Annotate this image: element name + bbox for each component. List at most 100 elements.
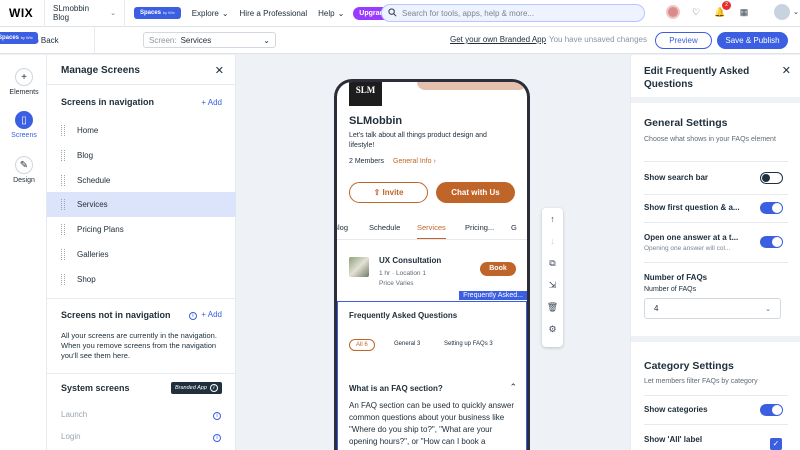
- faq-category-all[interactable]: All 6: [349, 339, 375, 351]
- rail-screens[interactable]: ▯ Screens: [6, 111, 42, 139]
- menu-explore[interactable]: Explore ⌄: [192, 9, 229, 18]
- faq-element-selected[interactable]: Frequently Asked... Frequently Asked Que…: [337, 291, 527, 450]
- duplicate-icon[interactable]: ⧉: [542, 258, 563, 269]
- apps-icon[interactable]: ▦: [736, 4, 752, 20]
- chevron-down-icon: ⌄: [263, 35, 270, 45]
- faq-category-setting-up[interactable]: Setting up FAQs 3: [444, 341, 493, 347]
- chat-button[interactable]: Chat with Us: [436, 182, 515, 203]
- chevron-down-icon: ⌄: [765, 305, 771, 313]
- screen-select[interactable]: Screen: Services ⌄: [143, 32, 276, 48]
- info-icon[interactable]: i: [209, 384, 218, 392]
- site-avatar[interactable]: [666, 5, 680, 19]
- move-down-icon[interactable]: ↓: [542, 236, 563, 246]
- settings-panel-title: Edit Frequently Asked Questions: [644, 66, 750, 90]
- faq-question[interactable]: What is an FAQ section?: [349, 384, 443, 393]
- preview-button[interactable]: Preview: [655, 32, 712, 49]
- share-icon: ⇧: [373, 188, 381, 197]
- rail-design[interactable]: ✎ Design: [6, 156, 42, 184]
- search-bar[interactable]: [381, 4, 645, 22]
- settings-gear-icon[interactable]: ⚙: [542, 324, 563, 335]
- faq-category-general[interactable]: General 3: [394, 341, 420, 347]
- drag-handle-icon[interactable]: [61, 249, 65, 260]
- chevron-up-icon[interactable]: ⌃: [509, 382, 517, 393]
- show-categories-toggle[interactable]: [760, 404, 783, 416]
- delete-icon[interactable]: 🗑: [542, 302, 563, 313]
- search-icon: [388, 7, 397, 19]
- move-to-screen-icon[interactable]: ⇲: [542, 280, 563, 291]
- phone-preview: SLM SLMobbin Let's talk about all things…: [334, 79, 530, 450]
- search-input[interactable]: [402, 8, 632, 18]
- spaces-badge[interactable]: Spaces by Wix: [134, 7, 181, 19]
- cover-image: [417, 82, 527, 90]
- rail-elements[interactable]: + Elements: [6, 68, 42, 96]
- tab-pricing[interactable]: Pricing...: [465, 223, 494, 232]
- tab-blog[interactable]: Blog: [337, 223, 348, 232]
- close-icon[interactable]: ✕: [215, 64, 224, 77]
- drag-handle-icon[interactable]: [61, 175, 65, 186]
- show-all-label-checkbox[interactable]: ✓: [770, 438, 782, 450]
- add-screen-link-2[interactable]: i + Add: [188, 310, 222, 320]
- faq-element-tag[interactable]: Frequently Asked...: [459, 291, 527, 300]
- show-search-bar-toggle[interactable]: [760, 172, 783, 184]
- unsaved-changes-text: You have unsaved changes: [549, 35, 648, 44]
- chevron-down-icon: ⌄: [110, 10, 116, 17]
- drag-handle-icon[interactable]: [61, 125, 65, 136]
- system-item-login[interactable]: Login: [61, 432, 81, 441]
- show-first-question-label: Show first question & a...: [644, 203, 740, 212]
- number-of-faqs-dropdown[interactable]: 4 ⌄: [644, 298, 781, 319]
- manage-screens-panel: Manage Screens ✕ Screens in navigation +…: [47, 55, 236, 450]
- screen-item-pricing-plans[interactable]: Pricing Plans: [47, 217, 236, 242]
- menu-help[interactable]: Help ⌄: [318, 9, 344, 18]
- drag-handle-icon[interactable]: [61, 199, 65, 210]
- general-info-link[interactable]: General Info ›: [393, 158, 436, 165]
- tab-services[interactable]: Services: [417, 223, 446, 239]
- screen-item-galleries[interactable]: Galleries: [47, 242, 236, 267]
- book-button[interactable]: Book: [480, 262, 516, 276]
- screen-item-blog[interactable]: Blog: [47, 143, 236, 168]
- menu-hire-professional[interactable]: Hire a Professional: [240, 9, 308, 18]
- close-icon[interactable]: ✕: [782, 64, 791, 77]
- info-icon[interactable]: i: [188, 312, 197, 320]
- members-count[interactable]: 2 Members: [349, 158, 384, 165]
- category-settings-heading: Category Settings: [644, 360, 734, 372]
- screen-item-home[interactable]: Home: [47, 118, 236, 143]
- panel-title: Manage Screens: [61, 65, 140, 76]
- chevron-right-icon: ›: [433, 158, 436, 165]
- user-avatar[interactable]: [774, 4, 790, 20]
- show-first-question-toggle[interactable]: [760, 202, 783, 214]
- bell-icon[interactable]: 🔔 2: [712, 1, 731, 20]
- move-up-icon[interactable]: ↑: [542, 214, 563, 224]
- save-publish-button[interactable]: Save & Publish: [717, 32, 788, 49]
- service-details: 1 hr · Location 1 Price Varies: [379, 270, 426, 287]
- wix-logo[interactable]: WIX: [0, 6, 44, 20]
- info-icon[interactable]: i: [213, 412, 221, 420]
- tab-schedule[interactable]: Schedule: [369, 223, 400, 232]
- screen-item-shop[interactable]: Shop: [47, 267, 236, 292]
- open-one-answer-toggle[interactable]: [760, 236, 783, 248]
- open-one-answer-sub: Opening one answer will col...: [644, 245, 731, 252]
- screen-item-services[interactable]: Services: [47, 192, 236, 217]
- chevron-down-icon[interactable]: ⌄: [793, 8, 799, 16]
- top-right-actions: ♡ 🔔 2 ▦ ⌄: [666, 1, 799, 20]
- drag-handle-icon[interactable]: [61, 224, 65, 235]
- system-screens-heading: System screens: [61, 383, 130, 393]
- heart-icon[interactable]: ♡: [688, 4, 704, 20]
- site-title[interactable]: SLMobbin: [349, 115, 402, 127]
- tab-galleries[interactable]: G: [511, 223, 517, 232]
- screen-item-schedule[interactable]: Schedule: [47, 168, 236, 193]
- info-icon[interactable]: i: [213, 434, 221, 442]
- service-title[interactable]: UX Consultation: [379, 256, 441, 265]
- site-logo[interactable]: SLM: [349, 82, 382, 106]
- faq-title: Frequently Asked Questions: [349, 311, 458, 320]
- show-categories-label: Show categories: [644, 405, 708, 414]
- drag-handle-icon[interactable]: [61, 274, 65, 285]
- invite-button[interactable]: ⇧ Invite: [349, 182, 428, 203]
- drag-handle-icon[interactable]: [61, 150, 65, 161]
- add-screen-link[interactable]: + Add: [201, 98, 222, 107]
- site-selector[interactable]: SLmobbin Blog ⌄: [44, 0, 125, 27]
- branded-app-link[interactable]: Get your own Branded App: [450, 35, 546, 44]
- site-description: Let's talk about all things product desi…: [349, 132, 487, 149]
- system-item-launch[interactable]: Launch: [61, 410, 87, 419]
- number-of-faqs-heading: Number of FAQs: [644, 273, 708, 282]
- chevron-down-icon: ⌄: [221, 8, 229, 18]
